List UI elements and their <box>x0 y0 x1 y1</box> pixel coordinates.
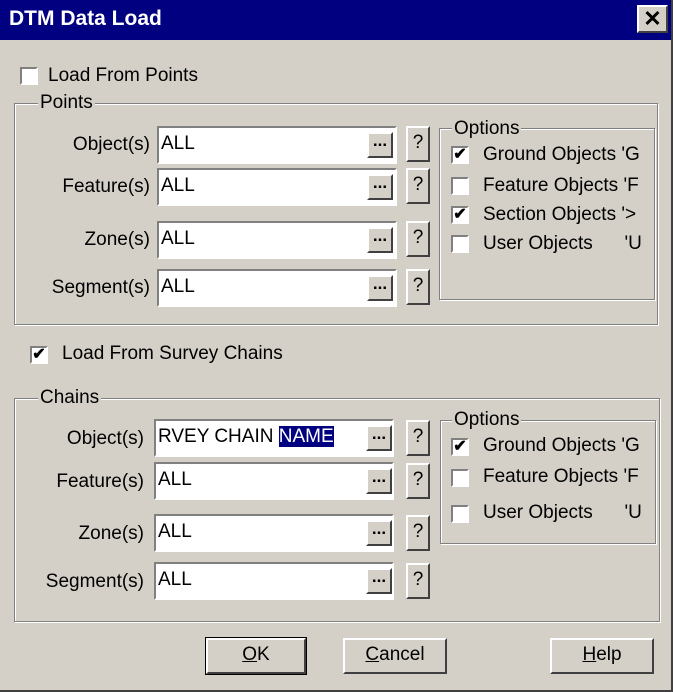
title-bar[interactable]: DTM Data Load ✕ <box>0 0 671 40</box>
help-button-mnemonic: H <box>582 644 597 665</box>
points-zone-browse-button[interactable]: ... <box>367 227 393 253</box>
points-object-browse-button[interactable]: ... <box>367 132 393 158</box>
chains-zone-label: Zone(s) <box>78 523 144 544</box>
points-group-title: Points <box>38 92 95 114</box>
chains-object-browse-button[interactable]: ... <box>366 425 392 451</box>
chains-zone-help-button[interactable]: ? <box>406 515 430 551</box>
points-object-input[interactable]: ALL <box>157 126 397 164</box>
points-feature-objects-checkbox[interactable] <box>451 177 469 195</box>
points-segment-label: Segment(s) <box>51 277 150 298</box>
points-section-objects-label[interactable]: Section Objects '> <box>483 204 636 226</box>
ok-button[interactable]: OK <box>205 637 307 675</box>
points-feature-browse-button[interactable]: ... <box>367 174 393 200</box>
points-zone-input[interactable]: ALL <box>157 221 397 259</box>
points-object-label: Object(s) <box>72 134 150 155</box>
chains-zone-browse-button[interactable]: ... <box>366 520 392 546</box>
chains-segment-browse-button[interactable]: ... <box>366 568 392 594</box>
points-feature-objects-label[interactable]: Feature Objects 'F <box>483 175 639 197</box>
chains-object-input[interactable]: RVEY CHAIN NAME <box>154 419 394 457</box>
points-zone-label: Zone(s) <box>84 229 150 250</box>
cancel-button-mnemonic: C <box>365 644 380 665</box>
load-from-chains-label[interactable]: Load From Survey Chains <box>62 343 283 365</box>
help-button[interactable]: Help <box>550 638 654 674</box>
chains-options-title: Options <box>452 409 522 431</box>
chains-feature-help-button[interactable]: ? <box>406 463 430 499</box>
chains-zone-input[interactable]: ALL <box>154 514 394 552</box>
points-feature-help-button[interactable]: ? <box>406 168 430 204</box>
points-object-help-button[interactable]: ? <box>406 126 430 162</box>
help-button-label: elp <box>596 644 622 665</box>
points-segment-input[interactable]: ALL <box>157 269 397 307</box>
points-segment-browse-button[interactable]: ... <box>367 275 393 301</box>
window-title: DTM Data Load <box>9 7 162 30</box>
load-from-points-checkbox[interactable] <box>20 67 38 85</box>
chains-user-objects-checkbox[interactable] <box>451 505 469 523</box>
chains-feature-input[interactable]: ALL <box>154 462 394 500</box>
chains-object-help-button[interactable]: ? <box>406 420 430 456</box>
cancel-button-label: ancel <box>379 644 425 665</box>
chains-object-value: RVEY CHAIN <box>158 426 279 447</box>
chains-user-objects-label[interactable]: User Objects 'U <box>483 502 642 524</box>
close-icon: ✕ <box>643 6 662 31</box>
chains-object-selected-text: NAME <box>278 426 334 447</box>
points-feature-input[interactable]: ALL <box>157 168 397 206</box>
points-zone-help-button[interactable]: ? <box>406 221 430 257</box>
cancel-button[interactable]: Cancel <box>343 638 447 674</box>
points-section-objects-checkbox[interactable]: ✔ <box>451 206 469 224</box>
points-options-title: Options <box>452 118 522 140</box>
points-segment-help-button[interactable]: ? <box>406 269 430 305</box>
points-user-objects-label[interactable]: User Objects 'U <box>483 233 642 255</box>
chains-segment-input[interactable]: ALL <box>154 562 394 600</box>
load-from-points-label[interactable]: Load From Points <box>48 65 198 87</box>
ok-button-mnemonic: O <box>242 644 258 665</box>
dtm-data-load-dialog: DTM Data Load ✕ Load From Points Points … <box>0 0 673 692</box>
chains-feature-objects-label[interactable]: Feature Objects 'F <box>483 466 639 488</box>
chains-feature-label: Feature(s) <box>56 471 144 492</box>
points-ground-objects-label[interactable]: Ground Objects 'G <box>483 144 640 166</box>
ok-button-label: K <box>257 644 270 665</box>
points-user-objects-checkbox[interactable] <box>451 235 469 253</box>
chains-segment-label: Segment(s) <box>45 571 144 592</box>
chains-segment-help-button[interactable]: ? <box>406 563 430 599</box>
chains-object-label: Object(s) <box>66 428 144 449</box>
load-from-chains-checkbox[interactable]: ✔ <box>30 346 48 364</box>
chains-feature-browse-button[interactable]: ... <box>366 468 392 494</box>
close-button[interactable]: ✕ <box>637 5 668 33</box>
chains-ground-objects-label[interactable]: Ground Objects 'G <box>483 435 640 457</box>
points-feature-label: Feature(s) <box>62 176 150 197</box>
chains-ground-objects-checkbox[interactable]: ✔ <box>451 438 469 456</box>
chains-group-title: Chains <box>38 387 102 409</box>
points-ground-objects-checkbox[interactable]: ✔ <box>451 146 469 164</box>
chains-feature-objects-checkbox[interactable] <box>451 469 469 487</box>
